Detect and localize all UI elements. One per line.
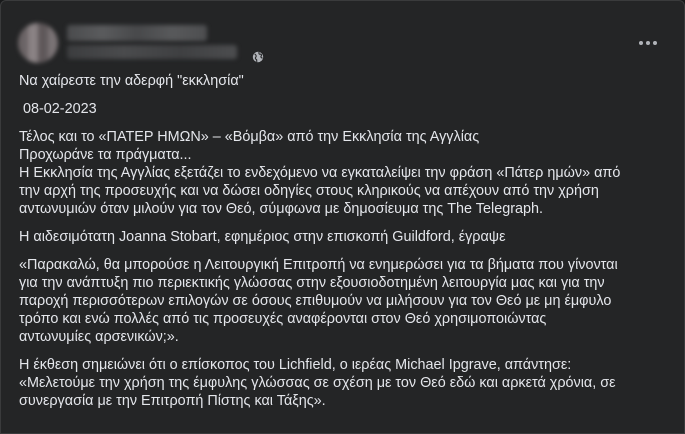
text-line: αντωνυμίες αρσενικών;». [19,329,179,345]
paragraph-1: Τέλος και το «ΠΑΤΕΡ ΗΜΩΝ» – «Βόμβα» από … [19,128,674,218]
post-header [1,1,684,67]
paragraph-3: «Παρακαλώ, θα μπορούσε η Λειτουργική Επι… [19,256,674,346]
group-line: Να χαίρεστε την αδερφή "εκκλησία" [19,73,244,89]
text-line: παροχή περισσότερων επιλογών σε όσους επ… [19,293,612,309]
post-timestamp-redacted[interactable] [67,45,237,59]
author-name-redacted[interactable] [67,25,207,41]
text-line: Τέλος και το «ΠΑΤΕΡ ΗΜΩΝ» – «Βόμβα» από … [19,129,480,145]
text-line: Η έκθεση σημειώνει ότι ο επίσκοπος του L… [19,357,572,373]
globe-icon [252,51,264,63]
text-line: «Μελετούμε την χρήση της έμφυλης γλώσσας… [19,375,616,391]
post-body: Να χαίρεστε την αδερφή "εκκλησία" 08-02-… [19,72,674,410]
text-line: τρόπο και ενώ πολλές από τις προσευχές α… [19,311,547,327]
avatar[interactable] [18,23,58,63]
text-line: Η Εκκλησία της Αγγλίας εξετάζει το ενδεχ… [19,165,621,181]
post-card: Να χαίρεστε την αδερφή "εκκλησία" 08-02-… [0,0,685,434]
more-options-button[interactable] [634,29,662,57]
text-line: συνεργασία με την Επιτροπή Πίστης και Τά… [19,393,326,409]
paragraph-4: Η έκθεση σημειώνει ότι ο επίσκοπος του L… [19,356,674,410]
more-horizontal-icon [639,41,657,45]
text-line: «Παρακαλώ, θα μπορούσε η Λειτουργική Επι… [19,257,618,273]
text-line: αντωνυμιών όταν μιλούν για τον Θεό, σύμφ… [19,201,544,217]
text-line: Προχωράνε τα πράγματα... [19,147,192,163]
text-line: Η αιδεσιμότατη Joanna Stobart, εφημέριος… [19,229,506,245]
text-line: την αρχή της προσευχής και να δώσει οδηγ… [19,183,599,199]
text-line: για την ανάπτυξη πιο περιεκτικής γλώσσας… [19,275,605,291]
date-line: 08-02-2023 [19,101,97,117]
paragraph-2: Η αιδεσιμότατη Joanna Stobart, εφημέριος… [19,228,674,246]
